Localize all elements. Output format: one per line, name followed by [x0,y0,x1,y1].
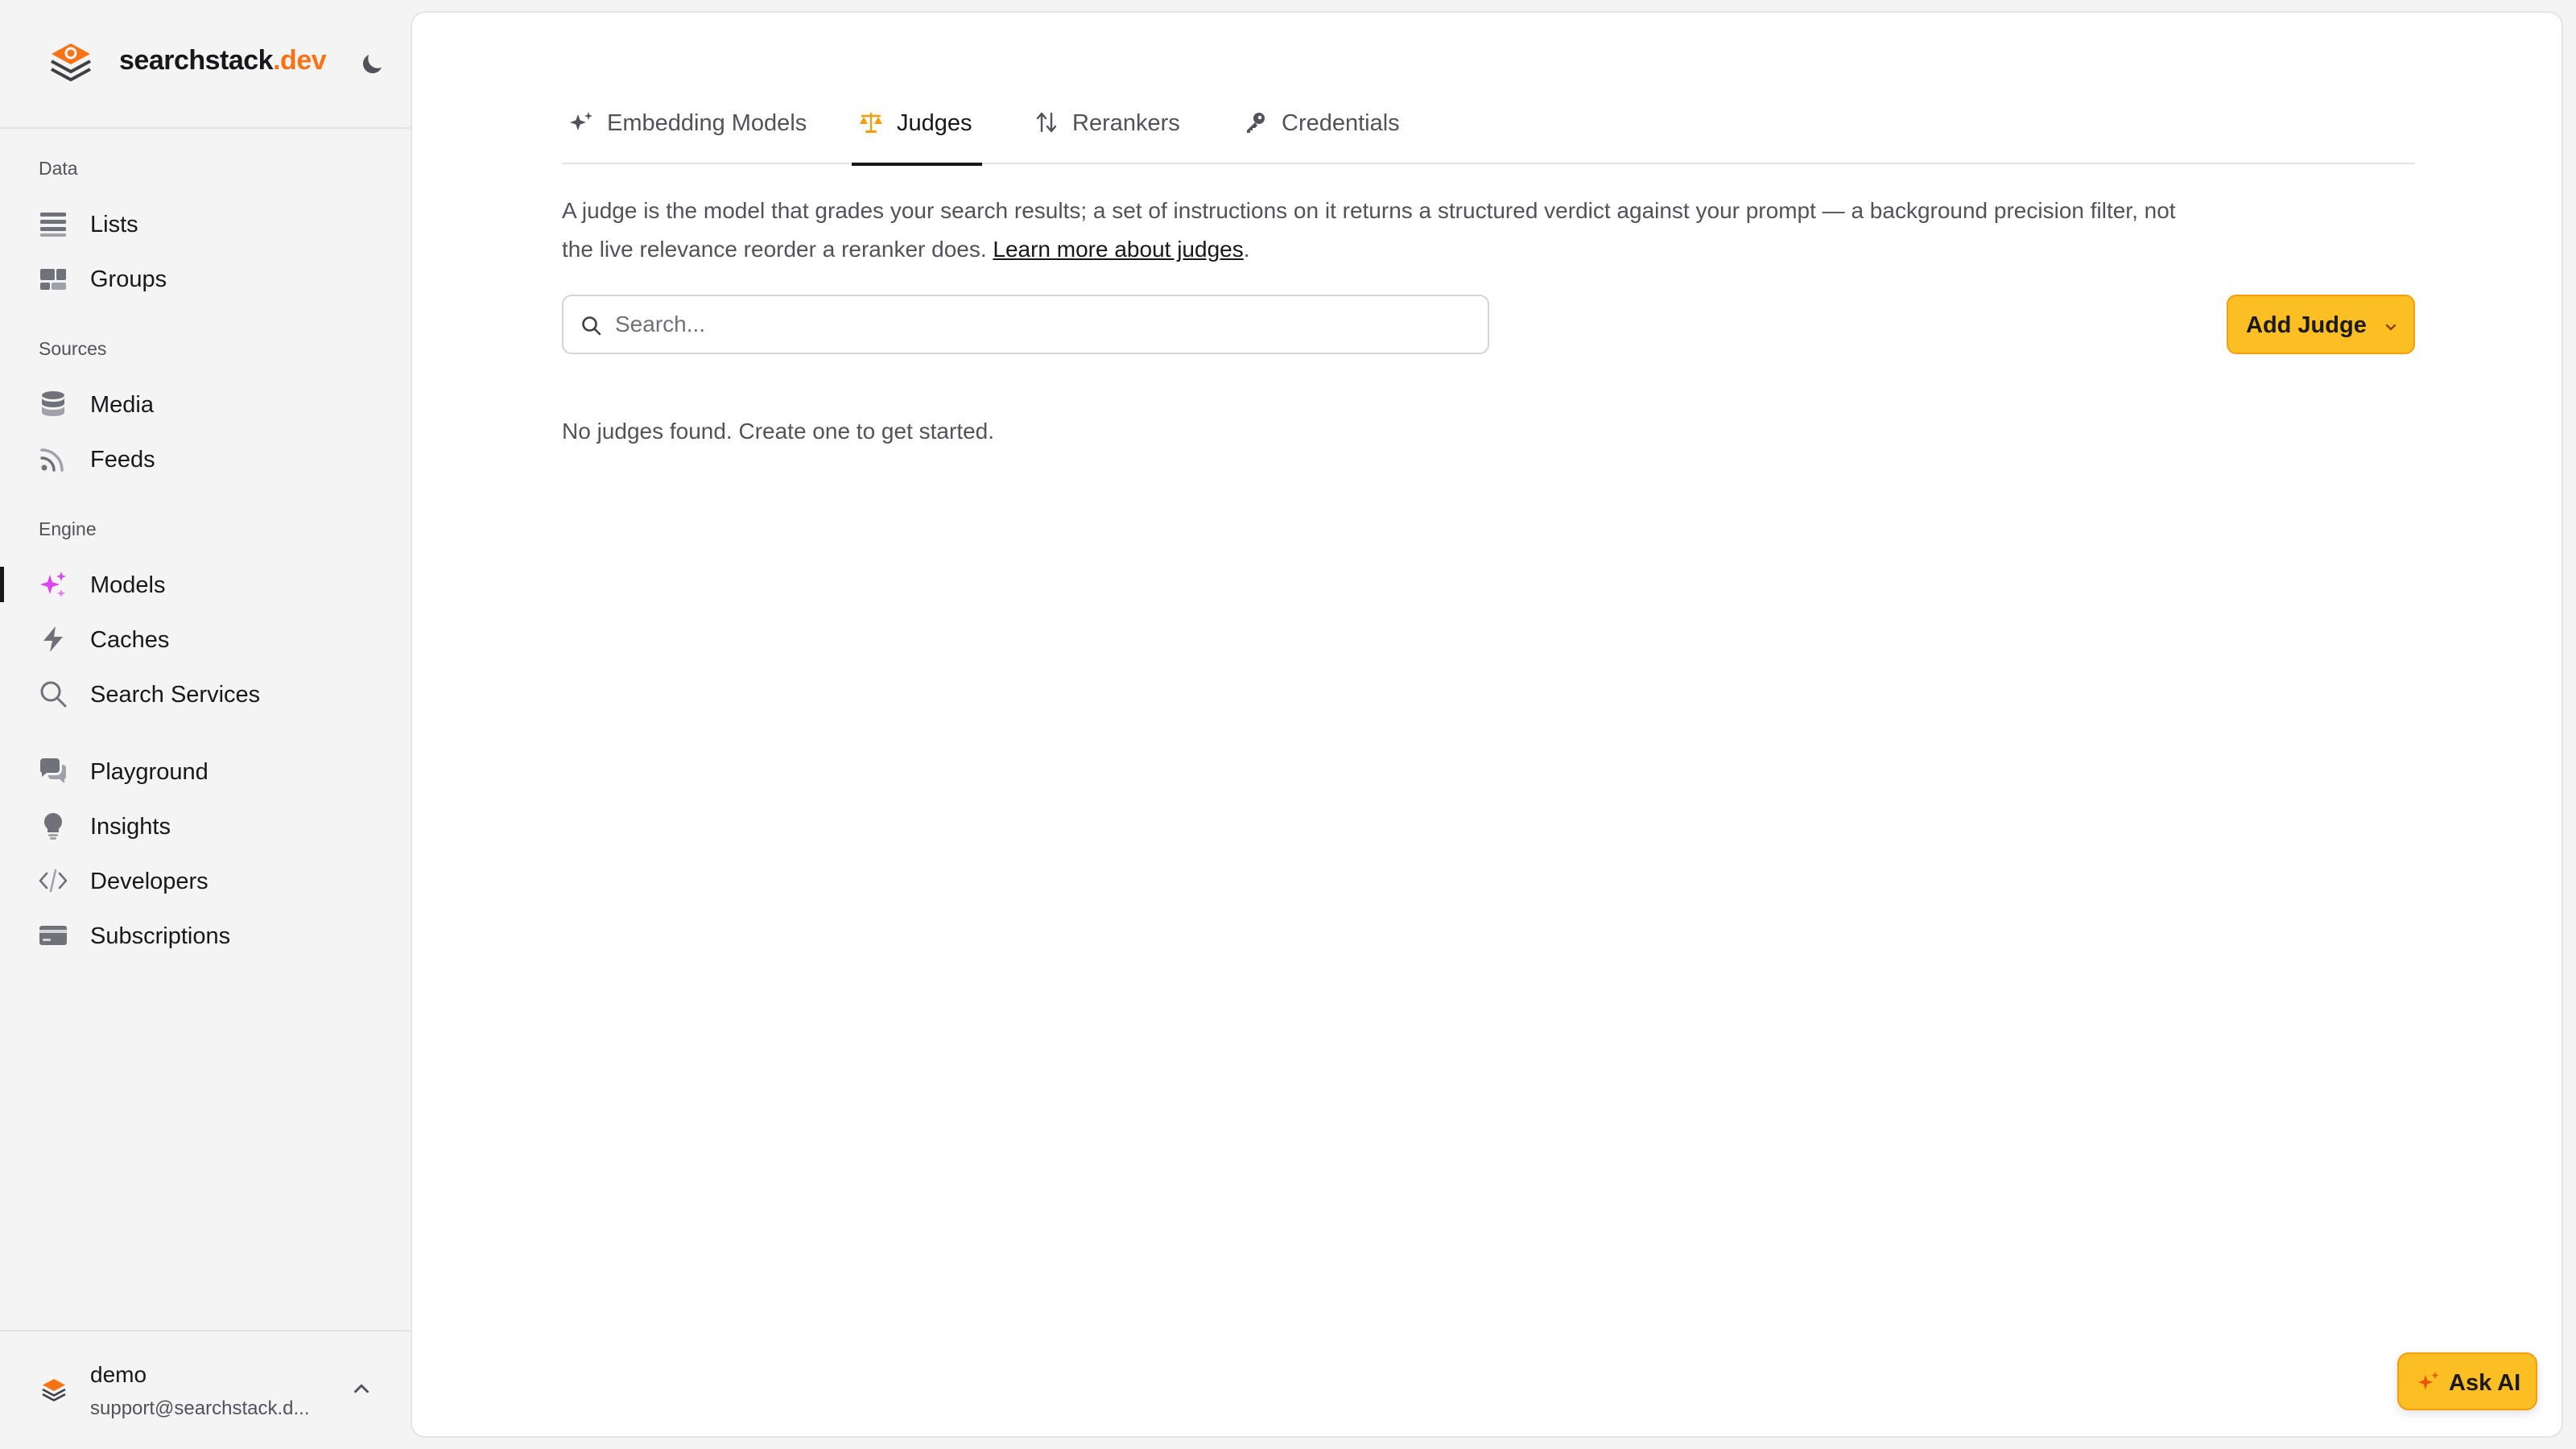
brand-name[interactable]: searchstack.dev [119,45,327,76]
scale-icon [860,113,882,133]
sparkles-icon [570,112,592,130]
brand-header: searchstack.dev [0,0,411,129]
code-icon [39,869,68,893]
groups-icon [40,269,66,290]
search-input[interactable] [615,304,1468,345]
list-icon [40,213,66,237]
app-window: searchstack.dev Data Lists Groups Source… [0,0,2576,1449]
ask-ai-label: Ask AI [2449,1370,2521,1396]
brand-tld: .dev [273,45,327,76]
description-suffix: . [1243,237,1250,262]
sidebar-item-label: Caches [90,627,170,653]
empty-state-message: No judges found. Create one to get start… [562,419,995,444]
description-text: A judge is the model that grades your se… [562,198,2176,262]
sidebar-item-label: Search Services [90,682,261,708]
learn-more-link[interactable]: Learn more about judges [993,237,1243,262]
section-label-engine: Engine [39,518,97,539]
arrows-up-down-icon [1036,112,1057,133]
chat-bubbles-icon [39,758,67,783]
sidebar-item-label: Feeds [90,447,155,473]
bolt-icon [43,626,63,652]
sidebar-item-developers[interactable]: Developers [0,857,411,905]
sidebar-item-media[interactable]: Media [0,380,411,428]
search-icon [40,681,67,708]
sparkles-icon [2418,1372,2439,1389]
tab-label: Embedding Models [607,110,807,136]
sidebar-item-search-services[interactable]: Search Services [0,670,411,718]
sidebar-item-label: Playground [90,759,208,785]
rss-icon [40,448,64,472]
chevron-up-icon[interactable] [349,1377,374,1401]
moon-icon[interactable] [357,50,386,79]
credit-card-icon [39,926,67,945]
tab-label: Rerankers [1072,110,1180,136]
sidebar-item-groups[interactable]: Groups [0,254,411,303]
add-judge-button[interactable]: Add Judge [2227,295,2415,354]
tab-bar: Embedding Models Judges Rerankers Creden… [562,93,2415,166]
chevron-down-icon [2385,324,2396,331]
tab-embedding-models[interactable]: Embedding Models [562,93,819,164]
sidebar-item-label: Lists [90,212,138,237]
tab-rerankers[interactable]: Rerankers [1027,93,1188,164]
sidebar-item-label: Models [90,572,166,598]
add-judge-label: Add Judge [2246,312,2367,338]
user-email: support@searchstack.d... [90,1397,310,1419]
sidebar-item-playground[interactable]: Playground [0,747,411,795]
sidebar-item-label: Media [90,392,154,418]
tab-judges[interactable]: Judges [852,93,982,166]
sidebar-item-label: Insights [90,814,171,840]
tab-label: Judges [897,110,972,136]
database-icon [42,391,64,416]
sidebar-item-label: Developers [90,869,208,894]
section-label-sources: Sources [39,338,107,359]
key-icon [1247,113,1265,133]
logo-icon [51,43,91,81]
sidebar: searchstack.dev Data Lists Groups Source… [0,0,411,1449]
sidebar-item-lists[interactable]: Lists [0,200,411,248]
sidebar-item-subscriptions[interactable]: Subscriptions [0,911,411,960]
brand-name-text: searchstack [119,45,274,76]
org-logo-icon [42,1379,66,1402]
user-menu[interactable]: demo support@searchstack.d... [0,1330,411,1449]
sidebar-item-insights[interactable]: Insights [0,802,411,850]
sidebar-item-label: Subscriptions [90,923,231,949]
sidebar-item-feeds[interactable]: Feeds [0,435,411,483]
sidebar-item-models[interactable]: Models [0,560,411,609]
sparkles-icon [40,572,66,597]
sidebar-item-label: Groups [90,266,167,292]
search-box [562,295,1489,354]
judges-description: A judge is the model that grades your se… [562,192,2204,269]
main-panel: Embedding Models Judges Rerankers Creden… [411,11,2563,1438]
sidebar-item-caches[interactable]: Caches [0,615,411,663]
tab-credentials[interactable]: Credentials [1236,93,1414,164]
search-icon [582,316,601,336]
section-label-data: Data [39,158,78,179]
tab-label: Credentials [1282,110,1400,136]
lightbulb-icon [43,813,63,840]
ask-ai-button[interactable]: Ask AI [2397,1352,2537,1410]
user-name: demo [90,1362,147,1387]
